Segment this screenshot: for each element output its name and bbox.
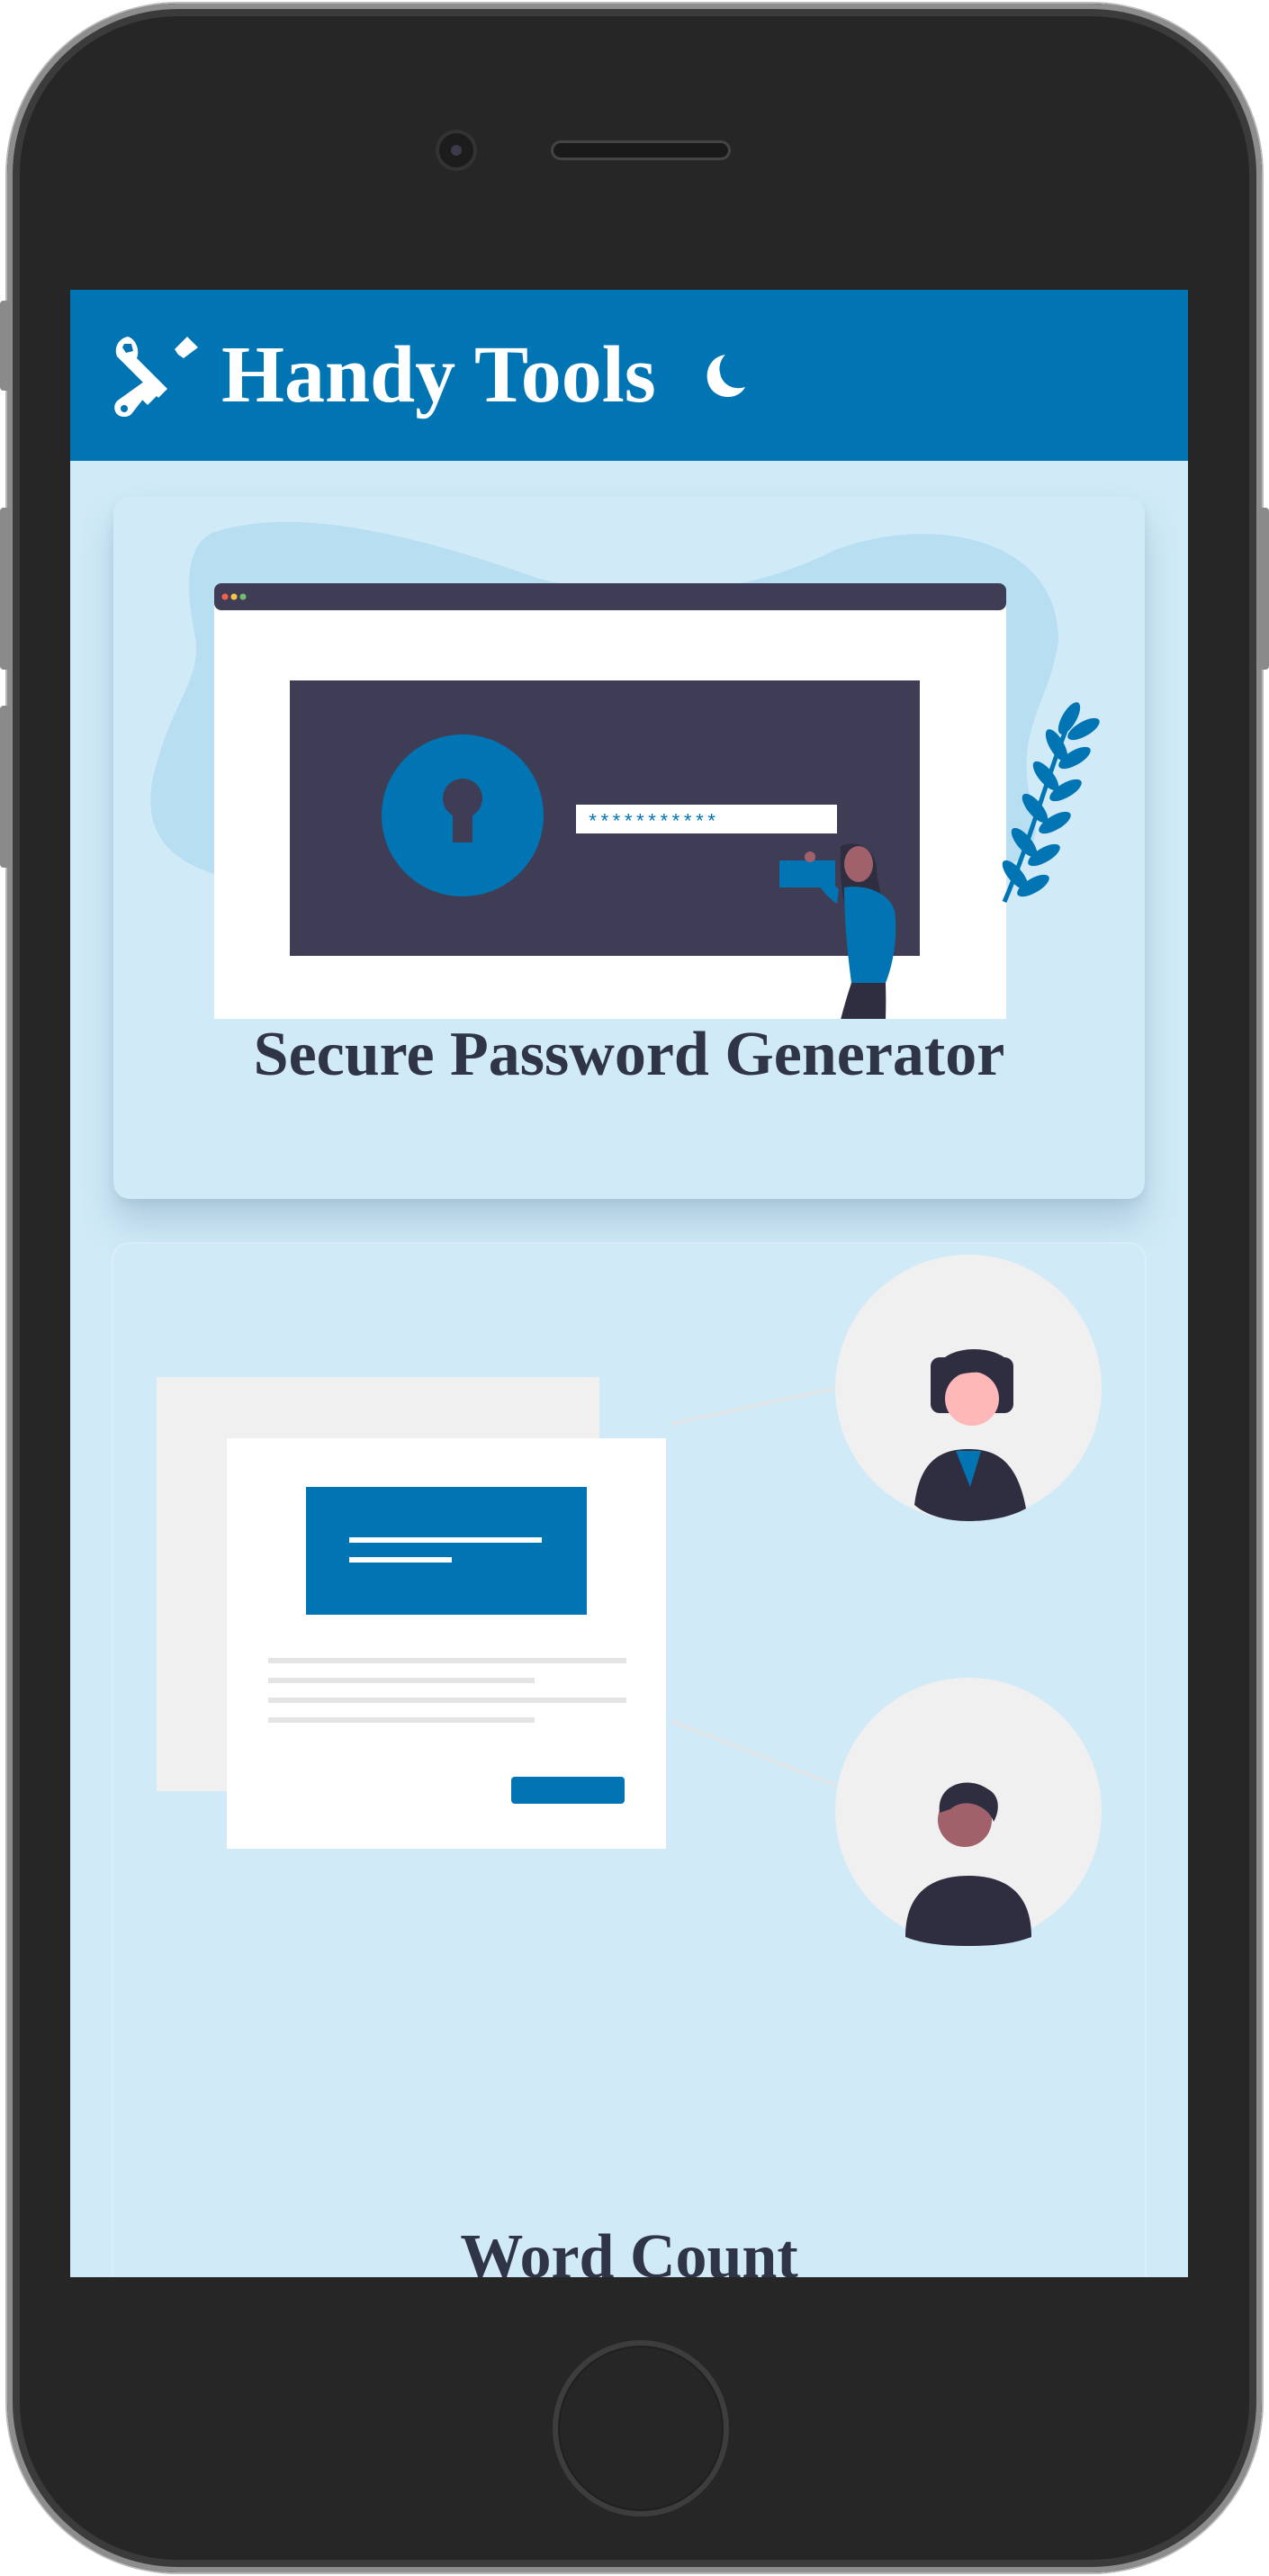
app-title[interactable]: Handy Tools (221, 326, 656, 425)
document-sharing-illustration (157, 1255, 1102, 1946)
header-line (349, 1537, 542, 1543)
volume-down-button (0, 706, 11, 868)
text-line (268, 1698, 626, 1703)
home-button[interactable] (553, 2340, 729, 2517)
earpiece-speaker (551, 140, 731, 160)
front-camera (436, 130, 477, 171)
window-dot-yellow (230, 593, 238, 600)
text-line (268, 1717, 535, 1723)
mute-switch (0, 301, 11, 391)
text-line (268, 1658, 626, 1663)
avatar (835, 1255, 1102, 1521)
window-dot-red (221, 593, 229, 600)
app-header: Handy Tools (70, 290, 1188, 461)
avatar (835, 1678, 1102, 1946)
moon-icon[interactable] (691, 346, 754, 409)
password-mask: *********** (587, 812, 717, 834)
app-screen: Handy Tools *********** Secure Password … (70, 290, 1188, 2277)
window-dot-green (239, 593, 247, 600)
header-line (349, 1557, 452, 1563)
text-line (268, 1678, 535, 1683)
power-button (1258, 508, 1269, 670)
document-button (511, 1777, 625, 1804)
password-generator-card[interactable]: *********** Secure Password Generator (113, 497, 1145, 1199)
volume-up-button (0, 508, 11, 670)
browser-titlebar (214, 583, 1006, 610)
word-count-card[interactable]: Word Count (113, 1244, 1145, 2277)
password-illustration: *********** (150, 522, 1100, 1019)
card-title[interactable]: Word Count (113, 2221, 1145, 2277)
document-header-block (306, 1487, 587, 1615)
tools-icon (114, 337, 198, 417)
card-title[interactable]: Secure Password Generator (113, 1019, 1145, 1091)
